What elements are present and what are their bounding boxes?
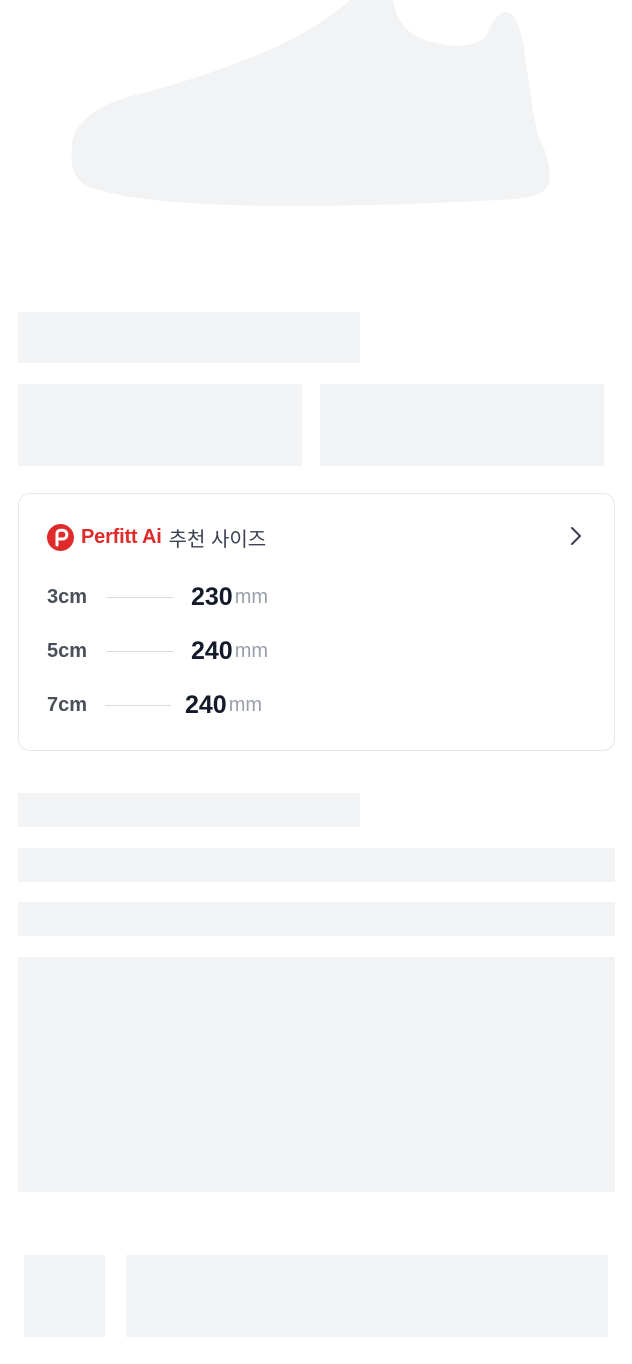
- section-title-skeleton: [18, 793, 360, 827]
- size-unit: mm: [228, 693, 263, 716]
- option-skeleton-left: [18, 384, 302, 466]
- shoe-silhouette-icon: [71, 0, 550, 207]
- content-block-skeleton: [18, 957, 615, 1192]
- title-skeleton: [18, 312, 360, 363]
- size-unit: mm: [234, 639, 269, 662]
- size-value: 240: [185, 690, 227, 719]
- size-unit: mm: [234, 585, 269, 608]
- card-title: 추천 사이즈: [168, 528, 267, 551]
- brand-name: Perfitt Ai: [81, 525, 162, 548]
- size-row: 3cm 230 mm: [47, 582, 268, 612]
- recommended-size-card[interactable]: Perfitt Ai 추천 사이즈 3cm 230 mm 5cm 240 mm …: [18, 493, 615, 751]
- row-divider: [107, 596, 173, 598]
- bottom-button-skeleton: [126, 1255, 608, 1337]
- text-line-skeleton: [18, 848, 615, 882]
- row-divider: [105, 704, 171, 706]
- heel-height-label: 5cm: [47, 639, 88, 662]
- text-line-skeleton: [18, 902, 615, 936]
- size-value: 240: [191, 636, 233, 665]
- option-skeleton-right: [320, 384, 604, 466]
- size-row: 5cm 240 mm: [47, 636, 268, 666]
- chevron-right-icon[interactable]: [566, 523, 586, 549]
- row-divider: [107, 650, 173, 652]
- size-row: 7cm 240 mm: [47, 690, 262, 720]
- size-value: 230: [191, 582, 233, 611]
- card-header: Perfitt Ai 추천 사이즈: [47, 523, 267, 551]
- product-image-placeholder: [0, 0, 632, 240]
- perfitt-logo-icon: [47, 523, 74, 551]
- heel-height-label: 7cm: [47, 693, 88, 716]
- bottom-icon-skeleton: [24, 1255, 105, 1337]
- heel-height-label: 3cm: [47, 585, 88, 608]
